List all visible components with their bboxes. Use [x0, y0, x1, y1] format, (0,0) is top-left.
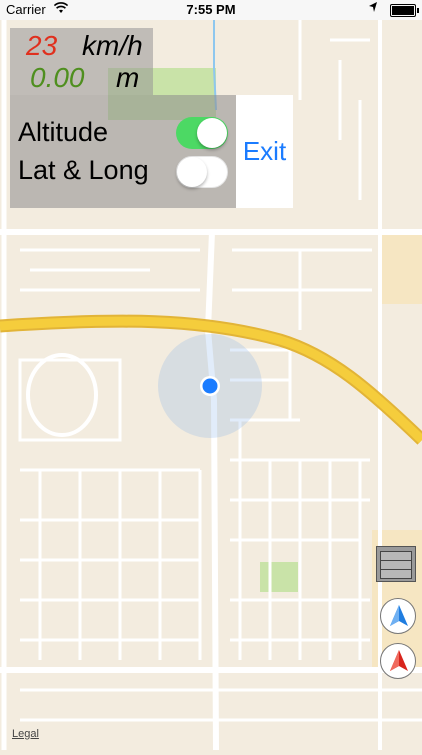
- status-time: 7:55 PM: [186, 2, 236, 17]
- commercial-area: [378, 232, 422, 304]
- speed-value: 23: [26, 30, 58, 61]
- heading-compass-button[interactable]: [380, 643, 416, 679]
- altitude-label: Altitude: [18, 117, 109, 147]
- toggle-panel: Altitude Lat & Long: [10, 95, 236, 208]
- distance-value: 0.00: [30, 62, 85, 93]
- lat-long-toggle[interactable]: [176, 156, 228, 188]
- user-location-dot-icon: [202, 378, 218, 394]
- legal-link[interactable]: Legal: [12, 728, 39, 740]
- speed-unit: km/h: [82, 30, 143, 61]
- battery-icon: [390, 4, 419, 17]
- exit-button[interactable]: Exit: [236, 95, 293, 208]
- map-layers-icon-bar: [380, 569, 412, 579]
- park-area: [260, 562, 298, 592]
- speed-panel: 23 km/h 0.00 m: [10, 28, 153, 95]
- status-bar: Carrier 7:55 PM: [0, 0, 422, 20]
- toggle-knob: [177, 157, 207, 187]
- toggle-knob: [197, 118, 227, 148]
- location-arrow-icon: [368, 1, 378, 16]
- map-layers-button[interactable]: [376, 546, 416, 582]
- distance-unit: m: [116, 62, 140, 93]
- north-compass-button[interactable]: [380, 598, 416, 634]
- lat-long-label: Lat & Long: [18, 155, 149, 185]
- altitude-toggle[interactable]: [176, 117, 228, 149]
- compass-north-blue-icon: [390, 605, 408, 626]
- compass-heading-red-icon: [390, 650, 408, 671]
